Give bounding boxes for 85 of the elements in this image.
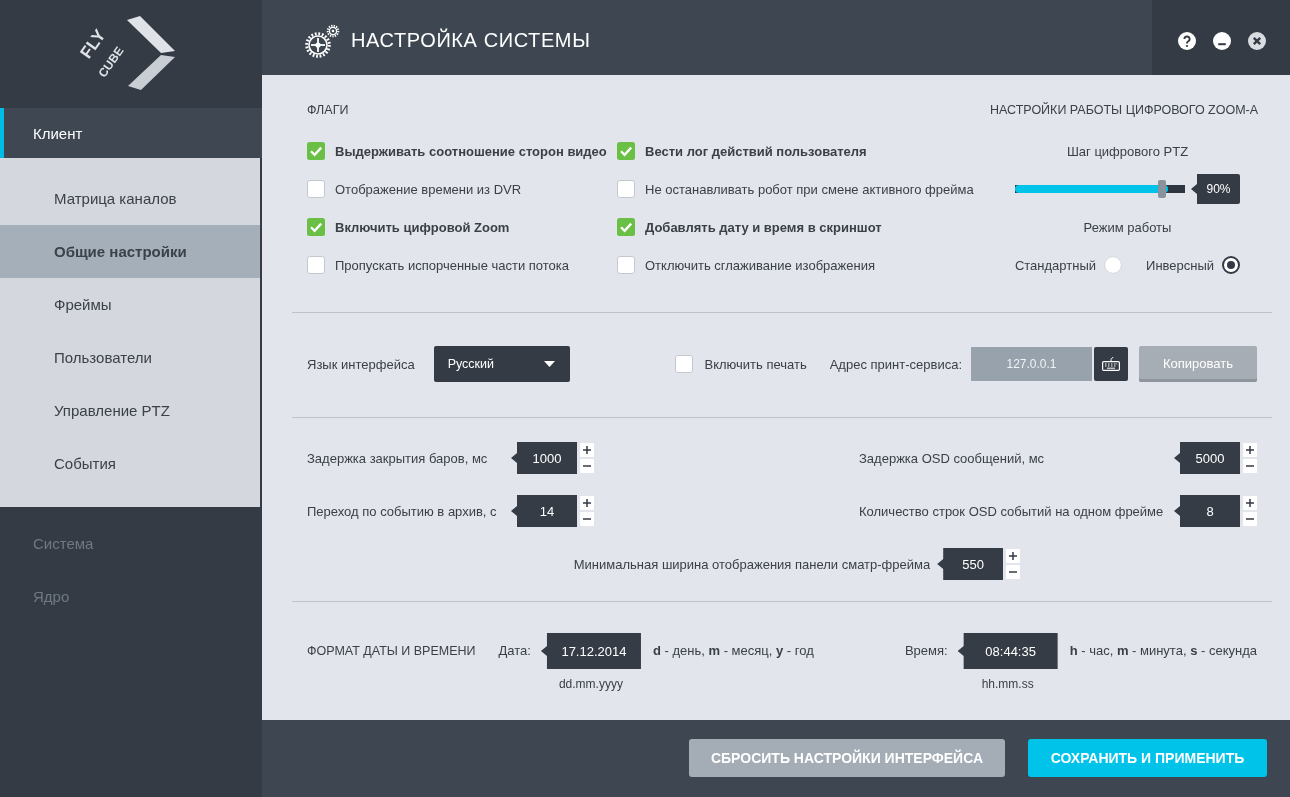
section-title: ФЛАГИ [307,102,350,119]
checkbox-label: Добавлять дату и время в скриншот [645,219,882,235]
checkbox-label: Включить цифровой Zoom [335,219,510,235]
decrement-button[interactable] [580,512,594,526]
number-field[interactable]: 14 [511,495,577,527]
logo-chevron-icon [127,16,175,90]
plus-icon [1246,499,1254,507]
window-title: НАСТРОЙКА СИСТЕМЫ [351,29,591,52]
format-hint: dd.mm.yyyy [558,677,623,691]
minus-icon [583,518,591,520]
increment-button[interactable] [580,443,594,457]
field-label: Адрес принт-сервиса: [829,356,962,372]
minus-icon [1246,465,1254,467]
text-field[interactable]: 17.12.2014 [540,633,641,669]
field-label: Задержка закрытия баров, мс [307,450,489,466]
mode-label: Режим работы [1083,219,1172,235]
field-label: Задержка OSD сообщений, мс [859,450,1046,466]
plus-icon [1246,446,1254,454]
slider-thumb[interactable] [1158,180,1166,198]
increment-button[interactable] [1243,443,1257,457]
format-hint: hh.mm.ss [981,677,1034,691]
checkbox-label: Вести лог действий пользователя [645,143,867,159]
number-field[interactable]: 8 [1174,495,1240,527]
increment-button[interactable] [1006,549,1021,563]
radio-button[interactable] [1222,256,1241,274]
checkbox[interactable] [617,256,635,274]
field-label: Количество строк OSD событий на одном фрейме [859,503,1165,519]
number-field[interactable]: 5000 [1174,442,1240,474]
minus-icon [1246,518,1254,520]
submenu-item[interactable]: Фреймы [0,278,260,331]
submenu-item[interactable]: События [0,437,260,490]
checkbox-label: Отображение времени из DVR [335,181,522,197]
field-label: Дата: [498,642,531,660]
slider-label: Шаг цифрового PTZ [1066,143,1189,159]
checkbox[interactable] [307,142,325,160]
keyboard-button[interactable] [1094,347,1128,381]
plus-icon [583,499,591,507]
checkbox[interactable] [307,218,325,236]
keyboard-icon [1102,357,1120,371]
decrement-button[interactable] [580,459,594,473]
checkbox-label: Не останавливать робот при смене активного фрейма [645,181,974,197]
number-field[interactable]: 550 [937,548,1004,580]
checkbox[interactable] [617,218,635,236]
plus-icon [1009,552,1018,560]
field-label: Язык интерфейса [307,356,415,372]
checkbox[interactable] [617,180,635,198]
radio-label: Стандартный [1014,257,1097,273]
submenu-item[interactable]: Пользователи [0,331,260,384]
checkbox-label: Отключить сглаживание изображения [645,257,875,273]
field-label: Минимальная ширина отображения панели сматр-фрейма [573,556,931,572]
text-field[interactable]: 08:44:35 [957,633,1058,669]
field-label: Время: [904,642,948,660]
language-dropdown[interactable]: Русский [433,346,570,382]
checkbox-label: Включить печать [704,356,807,372]
increment-button[interactable] [1243,496,1257,510]
section-title: НАСТРОЙКИ РАБОТЫ ЦИФРОВОГО ZOOM-A [990,101,1257,119]
caret-down-icon [543,361,555,367]
help-icon[interactable] [1178,31,1196,50]
gears-icon [305,23,340,58]
checkbox[interactable] [675,355,694,373]
radio-label: Инверсный [1146,257,1215,273]
sidebar-item[interactable]: Клиент [0,108,262,158]
checkbox-label: Пропускать испорченные части потока [335,257,570,273]
minus-icon [1009,571,1018,573]
legend-text: d - день, m - месяц, y - год [652,642,814,660]
checkbox[interactable] [307,180,325,198]
close-icon[interactable] [1248,31,1266,50]
decrement-button[interactable] [1243,459,1257,473]
checkbox-label: Выдерживать соотношение сторон видео [335,143,607,159]
decrement-button[interactable] [1243,512,1257,526]
checkbox[interactable] [617,142,635,160]
checkbox[interactable] [307,256,325,274]
increment-button[interactable] [580,496,594,510]
submenu-item[interactable]: Управление PTZ [0,384,260,437]
slider-value-label: 90% [1191,174,1240,204]
minus-icon [583,465,591,467]
field-label: Переход по событию в архив, с [307,503,498,519]
legend-text: h - час, m - минута, s - секунда [1069,642,1257,660]
minimize-icon[interactable] [1213,31,1231,50]
plus-icon [583,446,591,454]
decrement-button[interactable] [1006,565,1021,579]
number-field[interactable]: 1000 [511,442,577,474]
submenu-item[interactable]: Матрица каналов [0,172,260,225]
section-title: ФОРМАТ ДАТЫ И ВРЕМЕНИ [307,643,476,660]
submenu-item[interactable]: Общие настройки [0,225,260,278]
